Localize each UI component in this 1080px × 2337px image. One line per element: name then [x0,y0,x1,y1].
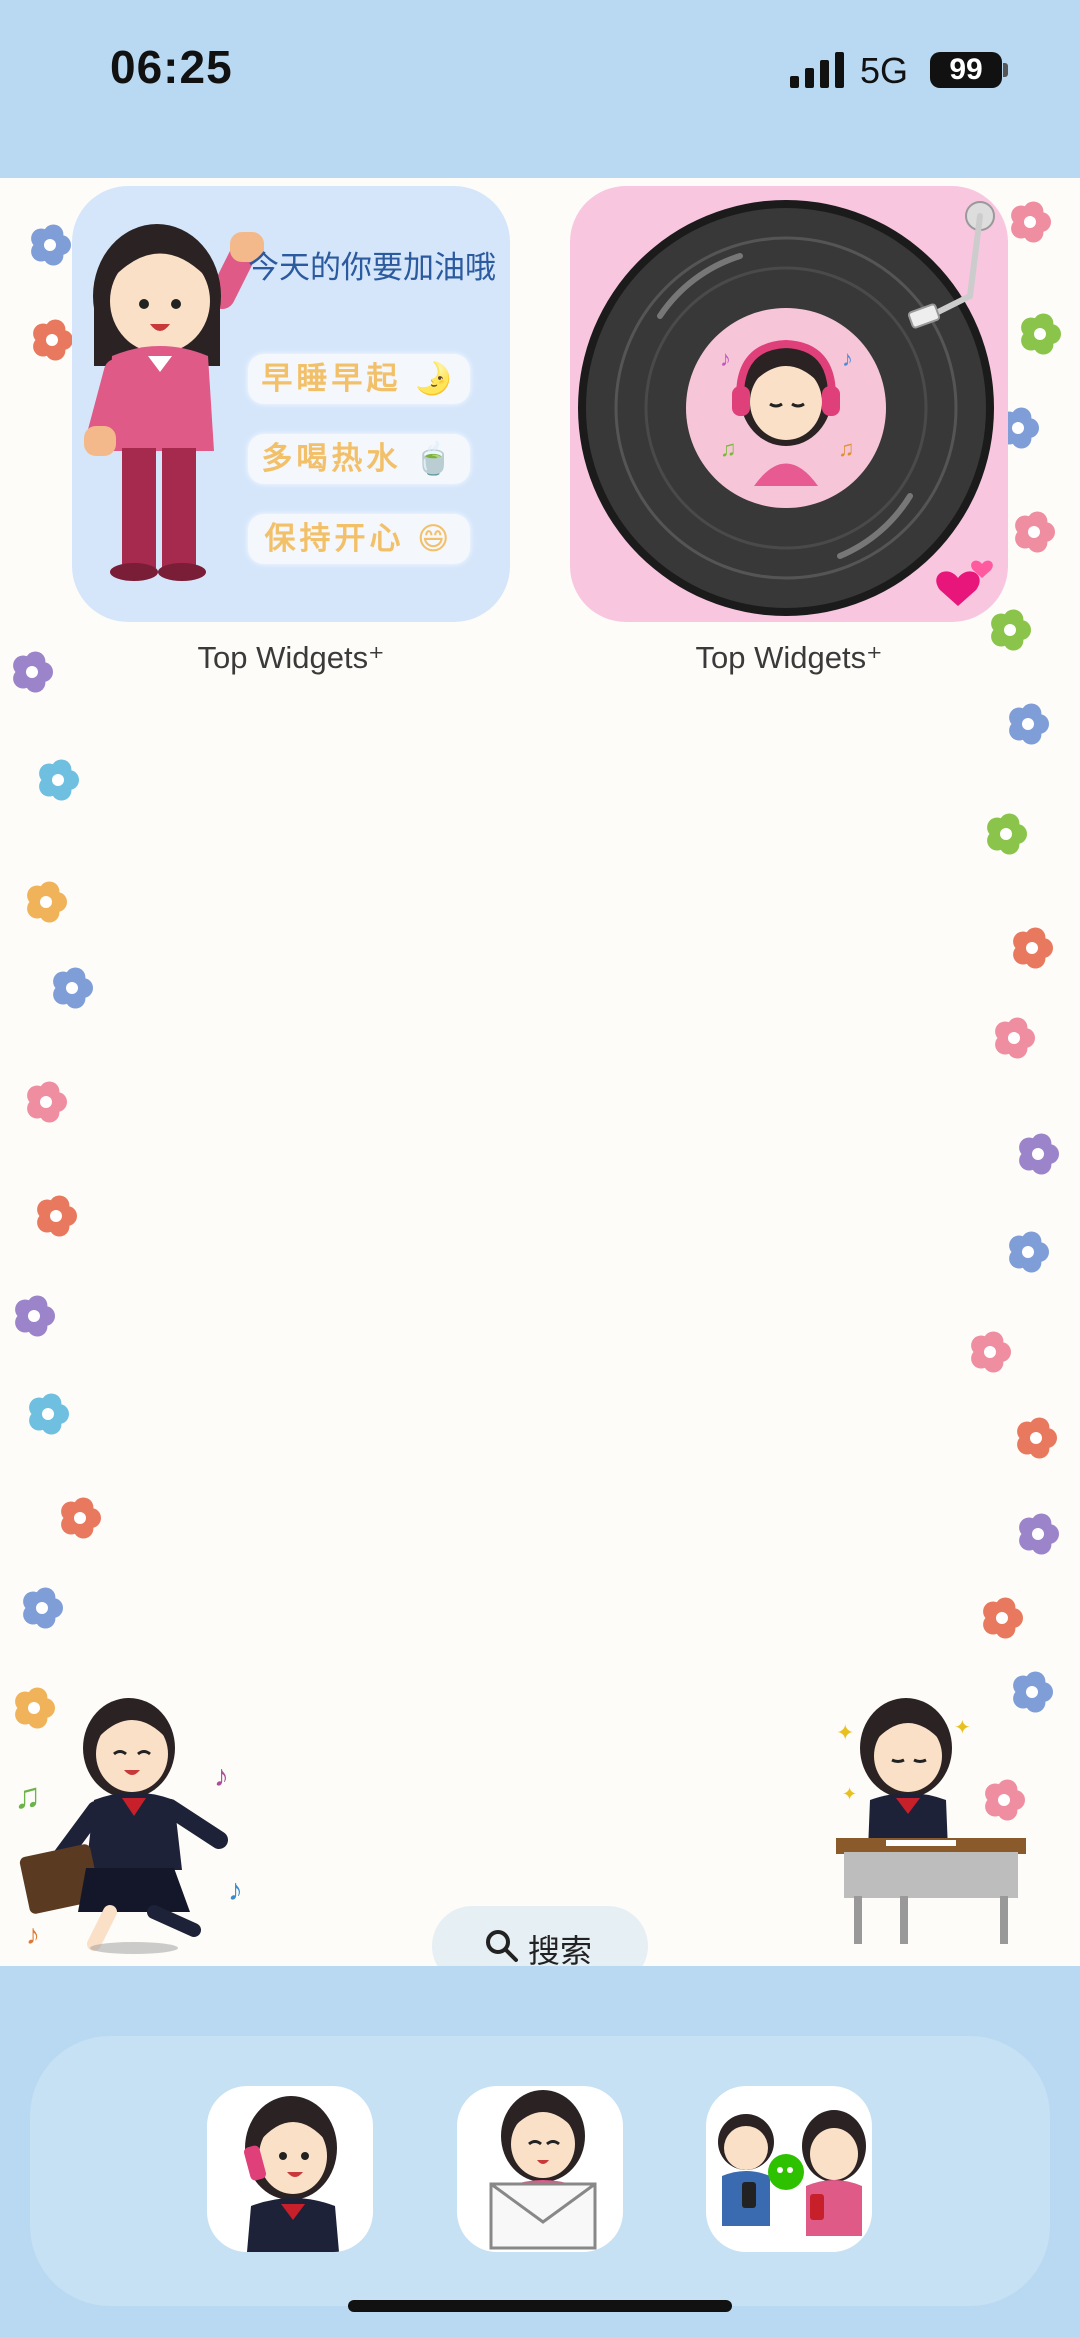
home-indicator [348,2300,732,2312]
flower-icon [27,881,67,923]
friends-chatting-illustration [718,2110,866,2236]
svg-text:✦: ✦ [842,1784,857,1804]
reminder-stay-happy: 保持开心 😄 [248,514,470,564]
flower-icon [1009,703,1049,745]
running-schoolgirl-illustration: ♫ ♪ ♪ ♪ [14,1698,243,1954]
svg-text:✦: ✦ [836,1720,854,1745]
flower-icon [61,1497,101,1539]
svg-text:♫: ♫ [14,1775,41,1816]
cellular-signal-icon [790,52,844,88]
flower-icon [31,224,71,266]
widget-caption-left: Top Widgets⁺ [197,640,385,675]
battery-icon: 99 [930,52,1002,88]
reminder-early-sleep: 早睡早起 🌛 [248,354,470,404]
flower-icon [1015,511,1055,553]
status-time: 06:25 [110,41,233,93]
svg-text:♪: ♪ [842,346,853,371]
flower-icon [971,1331,1011,1373]
svg-text:♫: ♫ [720,436,737,461]
mail-app-icon[interactable] [457,2086,623,2252]
cheering-girl-illustration [84,224,264,581]
flower-icon [29,1393,69,1435]
svg-text:♪: ♪ [228,1874,243,1907]
flower-icon [1011,201,1051,243]
svg-text:♪: ♪ [720,346,731,371]
flower-icon [33,319,73,361]
flower-icon [23,1587,63,1629]
flower-icon [13,651,53,693]
motivation-widget[interactable]: 今天的你要加油哦 早睡早起 🌛 多喝热水 🍵 保持开心 😄 [72,186,510,622]
flower-icon [1009,1231,1049,1273]
studying-schoolgirl-illustration: ✦ ✦ ✦ [836,1698,1026,1944]
girl-on-phone-illustration [243,2096,339,2252]
search-icon [486,1930,518,1962]
phone-app-icon[interactable] [207,2086,373,2252]
svg-text:♫: ♫ [838,436,855,461]
flower-icon [987,813,1027,855]
svg-text:♪: ♪ [26,1919,40,1950]
flower-icon [53,967,93,1009]
flower-icon [1019,1133,1059,1175]
music-record-widget[interactable]: ♪ ♪ ♫ ♫ [570,186,1008,622]
svg-text:✦: ✦ [954,1717,971,1739]
svg-text:♪: ♪ [214,1760,229,1793]
flower-icon [27,1081,67,1123]
reminder-drink-water: 多喝热水 🍵 [248,434,470,484]
flower-icon [39,759,79,801]
flower-icon [1013,927,1053,969]
wechat-app-icon[interactable] [706,2086,872,2252]
flower-icon [37,1195,77,1237]
widget-motto: 今天的你要加油哦 [248,250,496,285]
battery-tip [1003,63,1008,77]
flower-icon [983,1597,1023,1639]
girl-with-envelope-illustration [489,2090,597,2250]
vinyl-record-illustration: ♪ ♪ ♫ ♫ [578,200,995,616]
flower-icon [995,1017,1035,1059]
flower-icon [1021,313,1061,355]
network-type: 5G [860,50,909,91]
widget-caption-right: Top Widgets⁺ [695,640,883,675]
flower-icon [1017,1417,1057,1459]
flower-icon [15,1295,55,1337]
flower-icon [1019,1513,1059,1555]
